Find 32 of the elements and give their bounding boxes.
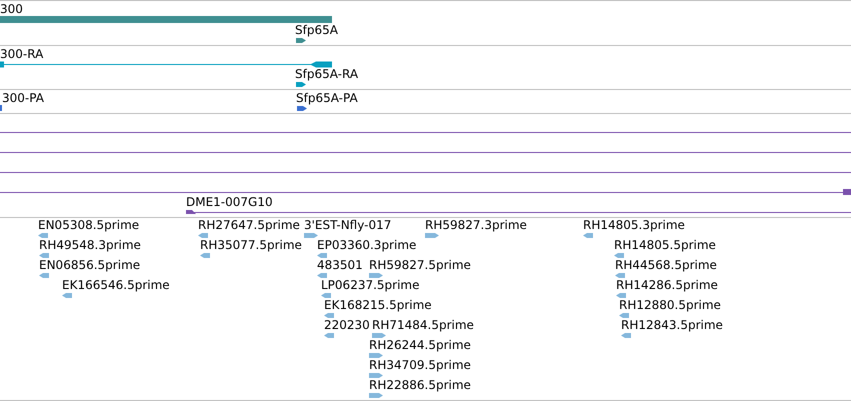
feature-label: RH22886.5prime [369, 378, 471, 392]
clone-end-block [843, 189, 851, 195]
feature-label: RH12843.5prime [621, 318, 723, 332]
feature-label: 483501 [317, 258, 363, 272]
feature-label: RH27647.5prime [198, 218, 300, 232]
feature-label: RH59827.3prime [425, 218, 527, 232]
feature-label: 300-RA [0, 47, 44, 61]
feature-label: LP06237.5prime [321, 278, 420, 292]
feature-label: EN05308.5prime [38, 218, 140, 232]
feature-label: Sfp65A-RA [295, 67, 358, 81]
feature-label: RH71484.5prime [372, 318, 474, 332]
feature-label: RH35077.5prime [200, 238, 302, 252]
feature-label: 300 [0, 2, 23, 16]
feature-label: RH49548.3prime [39, 238, 141, 252]
feature-label: EN06856.5prime [39, 258, 140, 272]
feature-label: RH34709.5prime [369, 358, 471, 372]
feature-label: Sfp65A-PA [296, 91, 358, 105]
feature-label: 300-PA [2, 91, 44, 105]
feature-label: RH14805.5prime [614, 238, 716, 252]
feature-label: Sfp65A [295, 23, 338, 37]
feature-label: RH44568.5prime [615, 258, 717, 272]
feature-label: RH12880.5prime [619, 298, 721, 312]
feature-label: RH14805.3prime [583, 218, 685, 232]
feature-label: RH59827.5prime [369, 258, 471, 272]
feature-label: RH26244.5prime [369, 338, 471, 352]
feature-label: DME1-007G10 [186, 195, 273, 209]
feature-label: 220230 [324, 318, 370, 332]
feature-label: RH14286.5prime [616, 278, 718, 292]
feature-label: EK168215.5prime [324, 298, 432, 312]
feature-label: 3'EST-Nfly-017 [304, 218, 392, 232]
feature-label: EP03360.3prime [317, 238, 416, 252]
feature-label: EK166546.5prime [62, 278, 170, 292]
